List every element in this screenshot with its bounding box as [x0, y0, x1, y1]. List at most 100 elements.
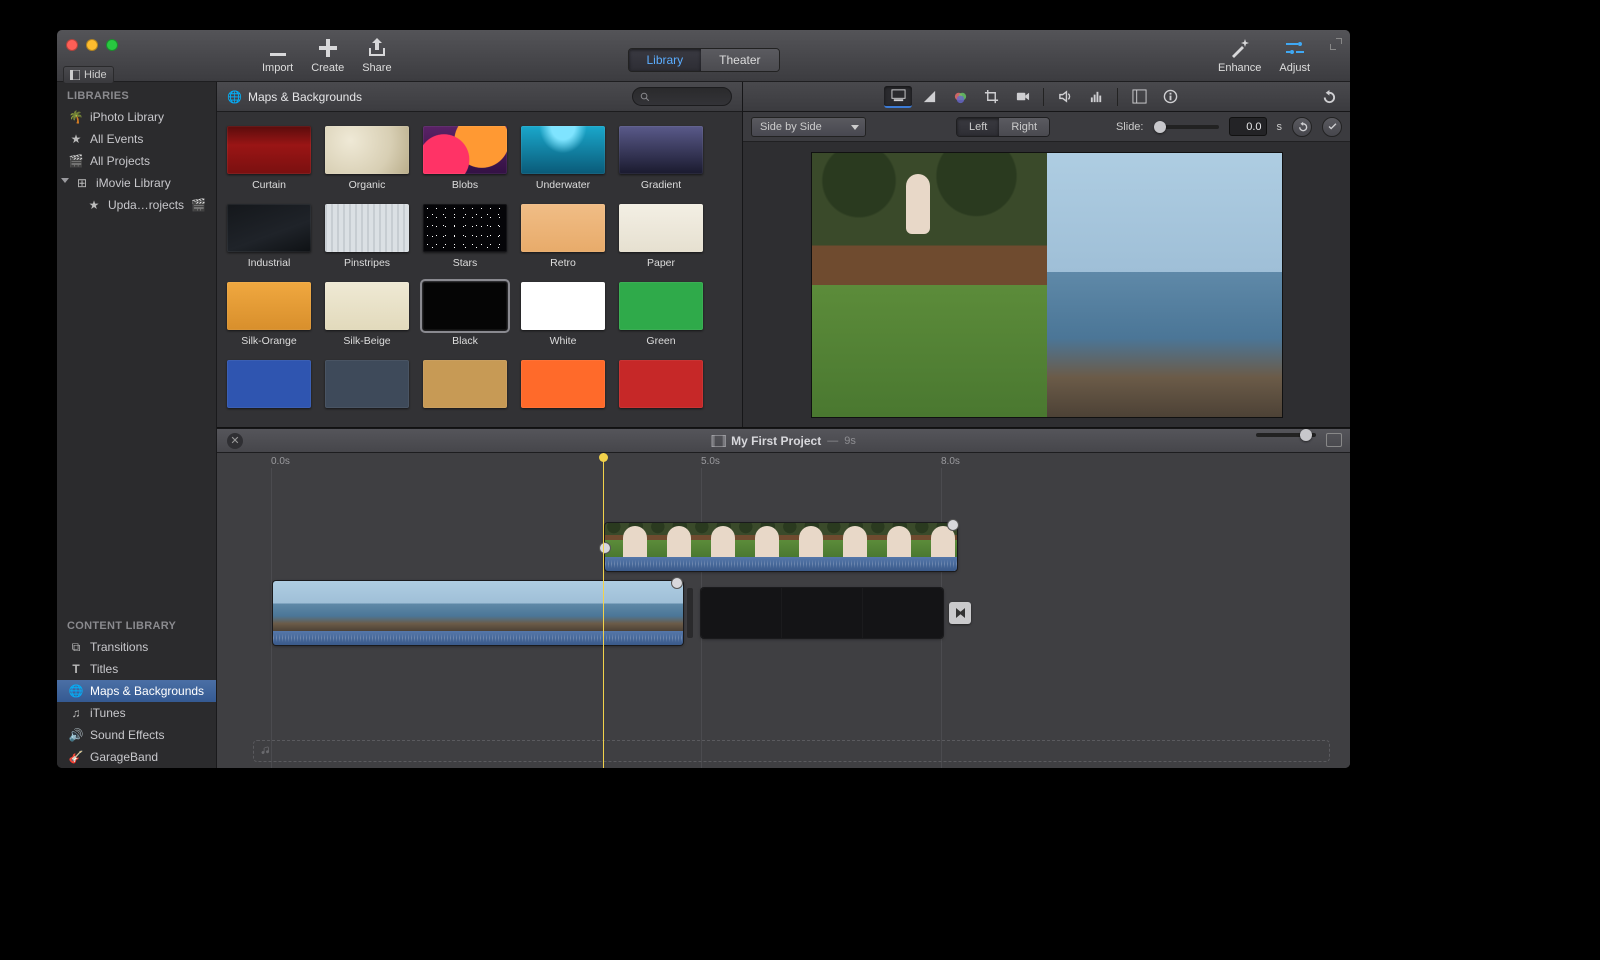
clip-end-handle[interactable] — [671, 577, 683, 589]
create-label: Create — [311, 62, 344, 74]
music-icon: ♫ — [69, 706, 83, 720]
search-input[interactable] — [632, 87, 732, 106]
share-button[interactable]: Share — [362, 36, 391, 74]
revert-button[interactable] — [1314, 86, 1342, 108]
sidebar-item-project[interactable]: ★Upda…rojects 🎬 — [57, 194, 216, 216]
speed-tab[interactable] — [1125, 86, 1153, 108]
background-item-15[interactable] — [227, 360, 311, 408]
library-theater-segment[interactable]: Library Theater — [627, 48, 779, 72]
create-button[interactable]: Create — [311, 36, 344, 74]
background-paper[interactable]: Paper — [619, 204, 703, 269]
swatch — [423, 282, 507, 330]
color-balance-tab[interactable] — [915, 86, 943, 108]
clapper-icon: 🎬 — [69, 154, 83, 168]
background-curtain[interactable]: Curtain — [227, 126, 311, 191]
reset-button[interactable] — [1292, 117, 1312, 137]
crop-tab[interactable] — [977, 86, 1005, 108]
sidebar-item-sound-effects[interactable]: 🔊Sound Effects — [57, 724, 216, 746]
background-gradient[interactable]: Gradient — [619, 126, 703, 191]
preview-right-pane — [1047, 153, 1282, 417]
background-stars[interactable]: Stars — [423, 204, 507, 269]
background-green[interactable]: Green — [619, 282, 703, 347]
tab-library[interactable]: Library — [628, 49, 701, 71]
swatch — [423, 126, 507, 174]
stabilization-tab[interactable] — [1008, 86, 1036, 108]
apply-button[interactable] — [1322, 117, 1342, 137]
background-retro[interactable]: Retro — [521, 204, 605, 269]
timeline-layout-button[interactable] — [1326, 433, 1342, 447]
preview-viewer: Side by Side Left Right Slide: 0.0 s — [743, 82, 1350, 427]
volume-tab[interactable] — [1051, 86, 1079, 108]
background-white[interactable]: White — [521, 282, 605, 347]
preview-area — [743, 142, 1350, 427]
background-industrial[interactable]: Industrial — [227, 204, 311, 269]
video-overlay-tab[interactable] — [884, 86, 912, 108]
background-blobs[interactable]: Blobs — [423, 126, 507, 191]
fullscreen-icon[interactable] — [1330, 38, 1342, 50]
zoom-window-button[interactable] — [106, 39, 118, 51]
clip-main[interactable] — [273, 581, 683, 645]
sidebar-item-maps-backgrounds[interactable]: 🌐Maps & Backgrounds — [57, 680, 216, 702]
info-tab[interactable] — [1156, 86, 1184, 108]
swatch — [521, 360, 605, 408]
swatch — [227, 126, 311, 174]
sidebar: LIBRARIES 🌴iPhoto Library ★All Events 🎬A… — [57, 82, 217, 768]
enhance-button[interactable]: Enhance — [1218, 36, 1261, 74]
sidebar-item-titles[interactable]: TTitles — [57, 658, 216, 680]
timeline-zoom-slider[interactable] — [1256, 433, 1316, 449]
sliders-icon — [1283, 36, 1307, 60]
content-library-header: CONTENT LIBRARY — [57, 612, 216, 636]
color-correction-tab[interactable] — [946, 86, 974, 108]
background-pinstripes[interactable]: Pinstripes — [325, 204, 409, 269]
overlay-mode-dropdown[interactable]: Side by Side — [751, 117, 866, 137]
sidebar-item-transitions[interactable]: ⧉Transitions — [57, 636, 216, 658]
import-button[interactable]: Import — [262, 36, 293, 74]
background-item-17[interactable] — [423, 360, 507, 408]
clip-background-black[interactable] — [701, 588, 943, 638]
close-window-button[interactable] — [66, 39, 78, 51]
side-by-side-preview[interactable] — [812, 153, 1282, 417]
music-icon — [260, 745, 272, 757]
slide-slider[interactable] — [1154, 125, 1219, 129]
sidebar-item-garageband[interactable]: 🎸GarageBand — [57, 746, 216, 768]
background-item-18[interactable] — [521, 360, 605, 408]
timeline-header: ✕ My First Project — 9s — [217, 429, 1350, 453]
close-timeline-button[interactable]: ✕ — [227, 433, 243, 449]
enhance-label: Enhance — [1218, 62, 1261, 74]
minimize-window-button[interactable] — [86, 39, 98, 51]
playhead[interactable] — [603, 453, 604, 768]
equalizer-tab[interactable] — [1082, 86, 1110, 108]
sidebar-item-iphoto[interactable]: 🌴iPhoto Library — [57, 106, 216, 128]
timeline-body[interactable]: 0.0s5.0s8.0s — [217, 453, 1350, 768]
transition-button[interactable] — [949, 602, 971, 624]
sidebar-item-all-events[interactable]: ★All Events — [57, 128, 216, 150]
slide-value-field[interactable]: 0.0 — [1229, 117, 1267, 136]
background-organic[interactable]: Organic — [325, 126, 409, 191]
clip-cutaway[interactable] — [605, 523, 957, 571]
swatch-label: Industrial — [248, 257, 291, 269]
titles-icon: T — [69, 662, 83, 676]
tab-theater[interactable]: Theater — [701, 49, 778, 71]
clip-start-handle[interactable] — [599, 542, 611, 554]
swatch — [227, 360, 311, 408]
background-item-19[interactable] — [619, 360, 703, 408]
side-select-segment[interactable]: Left Right — [956, 117, 1050, 137]
hide-sidebar-button[interactable]: Hide — [63, 66, 114, 84]
clip-end-handle[interactable] — [947, 519, 959, 531]
ruler-tick: 8.0s — [941, 456, 960, 467]
sidebar-item-imovie-library[interactable]: ⊞iMovie Library — [57, 172, 216, 194]
side-left[interactable]: Left — [957, 118, 999, 136]
disclosure-triangle-icon[interactable] — [61, 178, 69, 183]
background-black[interactable]: Black — [423, 282, 507, 347]
adjust-button[interactable]: Adjust — [1279, 36, 1310, 74]
background-silk-beige[interactable]: Silk-Beige — [325, 282, 409, 347]
background-underwater[interactable]: Underwater — [521, 126, 605, 191]
sidebar-item-all-projects[interactable]: 🎬All Projects — [57, 150, 216, 172]
time-ruler[interactable]: 0.0s5.0s8.0s — [217, 453, 1350, 471]
side-right[interactable]: Right — [999, 118, 1049, 136]
background-silk-orange[interactable]: Silk-Orange — [227, 282, 311, 347]
sidebar-item-itunes[interactable]: ♫iTunes — [57, 702, 216, 724]
background-item-16[interactable] — [325, 360, 409, 408]
swatch-label: Blobs — [452, 179, 478, 191]
music-well[interactable] — [253, 740, 1330, 762]
